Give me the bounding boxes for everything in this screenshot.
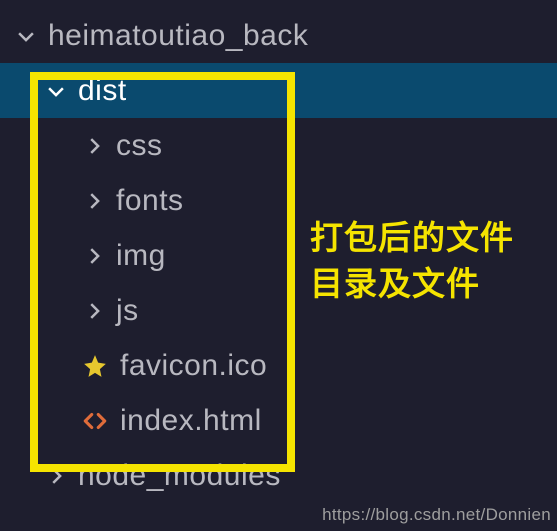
tree-folder-dist[interactable]: dist xyxy=(0,63,557,118)
tree-file-label: favicon.ico xyxy=(120,349,267,383)
tree-folder-css[interactable]: css xyxy=(0,118,557,173)
tree-folder-img[interactable]: img xyxy=(0,228,557,283)
file-explorer: heimatoutiao_back dist css fonts img js xyxy=(0,0,557,531)
chevron-right-icon xyxy=(80,132,108,160)
tree-folder-root[interactable]: heimatoutiao_back xyxy=(0,8,557,63)
tree-folder-label: js xyxy=(116,294,139,328)
chevron-right-icon xyxy=(80,187,108,215)
tree-folder-label: fonts xyxy=(116,184,184,218)
chevron-right-icon xyxy=(42,462,70,490)
html-icon xyxy=(80,406,110,436)
tree-folder-label: img xyxy=(116,239,166,273)
chevron-down-icon xyxy=(12,22,40,50)
tree-folder-label: css xyxy=(116,129,163,163)
tree-folder-fonts[interactable]: fonts xyxy=(0,173,557,228)
tree-file-label: index.html xyxy=(120,404,262,438)
tree-folder-node-modules[interactable]: node_modules xyxy=(0,448,557,503)
chevron-right-icon xyxy=(80,297,108,325)
tree-folder-label: node_modules xyxy=(78,459,281,493)
tree-file-favicon[interactable]: favicon.ico xyxy=(0,338,557,393)
tree-folder-js[interactable]: js xyxy=(0,283,557,338)
chevron-right-icon xyxy=(80,242,108,270)
tree-folder-label: dist xyxy=(78,74,127,108)
star-icon xyxy=(80,351,110,381)
tree-file-index-html[interactable]: index.html xyxy=(0,393,557,448)
chevron-down-icon xyxy=(42,77,70,105)
tree-folder-label: heimatoutiao_back xyxy=(48,19,308,53)
